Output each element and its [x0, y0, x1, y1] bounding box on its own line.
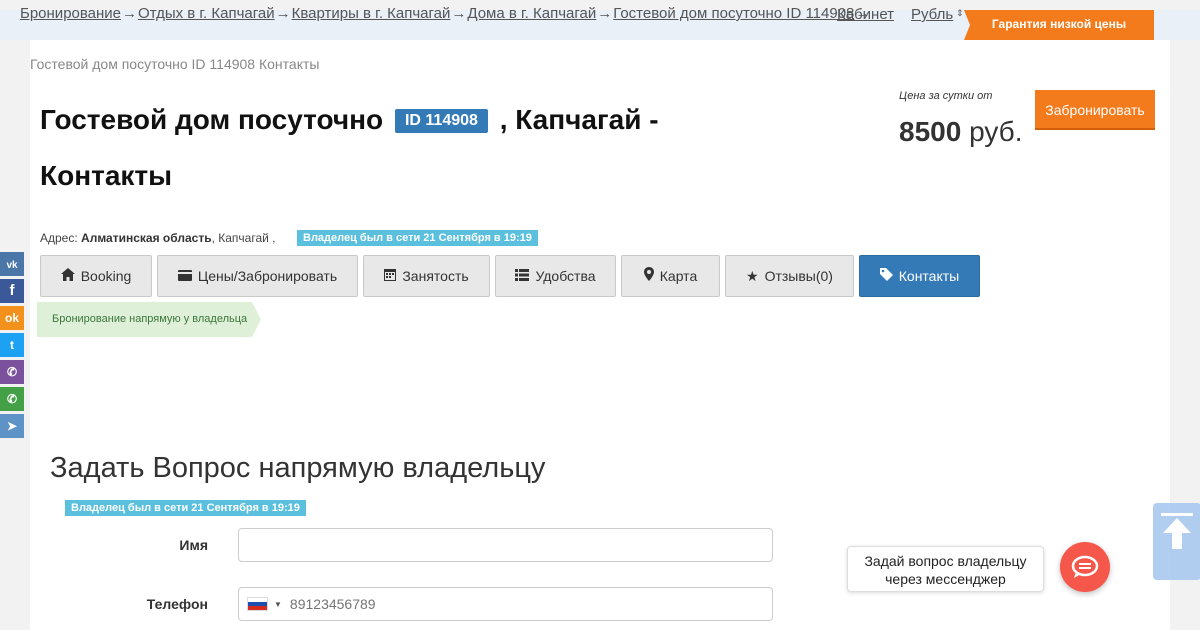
tag-icon — [879, 256, 893, 296]
breadcrumb-link[interactable]: Бронирование — [20, 5, 121, 22]
price-value: 8500 руб. — [899, 116, 1022, 148]
star-icon: ★ — [746, 268, 759, 284]
page-title: Гостевой дом посуточно ID 114908 , Капча… — [40, 92, 700, 204]
tab-label: Удобства — [535, 268, 596, 284]
breadcrumb: Бронирование→Отдых в г. Капчагай→Квартир… — [20, 5, 871, 22]
card-icon — [177, 256, 192, 296]
chat-button[interactable] — [1060, 542, 1110, 592]
address-region: Алматинская область — [81, 231, 212, 245]
breadcrumb-separator: → — [597, 5, 613, 22]
chat-prompt-bubble: Задай вопрос владельцу через мессенджер — [847, 546, 1044, 592]
viber-icon: ✆ — [6, 365, 18, 379]
twitter-share-button[interactable]: t — [0, 333, 24, 357]
map-marker-icon — [643, 256, 654, 296]
vk-icon: vk — [6, 260, 18, 271]
id-badge: ID 114908 — [394, 109, 488, 133]
tab-label: Цены/Забронировать — [197, 268, 338, 284]
home-icon — [60, 256, 75, 296]
tab-label: Контакты — [898, 268, 960, 284]
chat-icon — [1071, 555, 1099, 578]
tab-map[interactable]: Карта — [621, 255, 720, 297]
price-currency: руб. — [969, 116, 1023, 147]
ask-owner-heading: Задать Вопрос напрямую владельцу — [50, 452, 546, 484]
arrow-up-icon — [1161, 513, 1193, 549]
book-button[interactable]: Забронировать — [1035, 90, 1155, 130]
chat-prompt-line: через мессенджер — [885, 571, 1006, 587]
list-icon — [515, 256, 530, 296]
breadcrumb-link[interactable]: Отдых в г. Капчагай — [138, 5, 275, 22]
tab-prices[interactable]: Цены/Забронировать — [157, 255, 358, 297]
sort-arrows-icon: ⇕ — [956, 8, 964, 18]
title-text: Контакты — [40, 160, 173, 191]
phone-field: ▼ — [238, 587, 773, 621]
tab-label: Карта — [659, 268, 698, 284]
facebook-icon: f — [9, 282, 15, 299]
owner-online-badge: Владелец был в сети 21 Сентября в 19:19 — [297, 230, 538, 246]
odnoklassniki-share-button[interactable]: ok — [0, 306, 24, 330]
chat-prompt-line: Задай вопрос владельцу — [864, 553, 1027, 569]
calendar-icon — [384, 256, 397, 296]
tab-reviews[interactable]: ★ Отзывы(0) — [725, 255, 854, 297]
breadcrumb-link[interactable]: Дома в г. Капчагай — [467, 5, 596, 22]
address-label: Адрес: — [40, 231, 78, 245]
vk-share-button[interactable]: vk — [0, 252, 24, 276]
price-amount: 8500 — [899, 116, 962, 147]
price-label: Цена за сутки от — [899, 90, 993, 102]
breadcrumb-link[interactable]: Квартиры в г. Капчагай — [292, 5, 451, 22]
whatsapp-icon: ✆ — [6, 392, 18, 406]
facebook-share-button[interactable]: f — [0, 279, 24, 303]
odnoklassniki-icon: ok — [4, 311, 19, 325]
twitter-icon: t — [10, 338, 14, 352]
low-price-guarantee-button[interactable]: Гарантия низкой цены — [964, 10, 1154, 40]
country-dropdown-icon[interactable]: ▼ — [274, 600, 282, 609]
tab-contacts[interactable]: Контакты — [859, 255, 980, 297]
phone-input[interactable] — [289, 596, 740, 612]
phone-label: Телефон — [146, 596, 208, 612]
russia-flag-icon[interactable] — [247, 597, 268, 611]
scroll-to-top-button[interactable] — [1153, 503, 1200, 580]
telegram-icon: ➤ — [6, 419, 18, 433]
breadcrumb-link[interactable]: Гостевой дом посуточно ID 114908 — [613, 5, 854, 22]
owner-online-badge: Владелец был в сети 21 Сентября в 19:19 — [65, 500, 306, 516]
telegram-share-button[interactable]: ➤ — [0, 414, 24, 438]
name-input[interactable] — [238, 528, 773, 562]
title-text: Гостевой дом посуточно — [40, 104, 384, 135]
tab-label: Booking — [80, 268, 132, 284]
tab-label: Занятость — [402, 268, 469, 284]
breadcrumb-separator: → — [122, 5, 138, 22]
currency-value: Рубль — [911, 6, 954, 23]
breadcrumb-separator: → — [451, 5, 467, 22]
title-text: , Капчагай - — [499, 104, 659, 135]
name-label: Имя — [179, 537, 208, 553]
currency-select[interactable]: Рубль ⇕ — [911, 6, 964, 23]
page-breadcrumb: Гостевой дом посуточно ID 114908 Контакт… — [30, 56, 320, 72]
direct-booking-note: Бронирование напрямую у владельца — [37, 302, 261, 337]
tab-availability[interactable]: Занятость — [363, 255, 490, 297]
viber-share-button[interactable]: ✆ — [0, 360, 24, 384]
cabinet-link[interactable]: Кабинет — [837, 6, 894, 23]
breadcrumb-separator: → — [275, 5, 291, 22]
tab-booking[interactable]: Booking — [40, 255, 152, 297]
address: Адрес: Алматинская область, Капчагай , — [40, 231, 276, 245]
tab-label: Отзывы(0) — [764, 268, 833, 284]
tab-amenities[interactable]: Удобства — [495, 255, 616, 297]
address-city: , Капчагай , — [211, 231, 276, 245]
whatsapp-share-button[interactable]: ✆ — [0, 387, 24, 411]
